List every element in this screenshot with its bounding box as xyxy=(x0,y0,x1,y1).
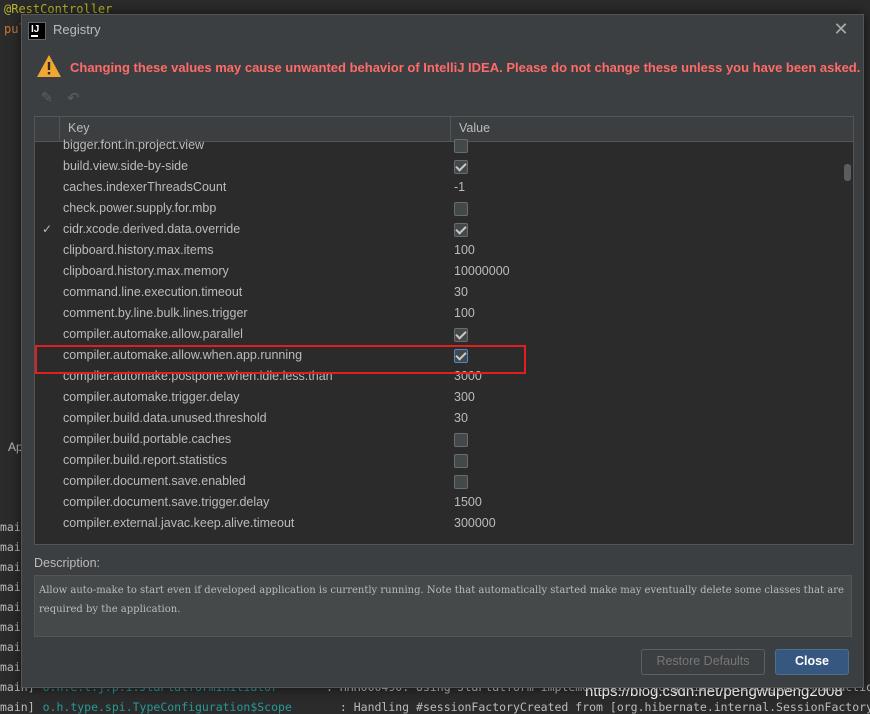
registry-key: compiler.automake.allow.when.app.running xyxy=(63,348,303,362)
registry-value[interactable]: -1 xyxy=(454,180,465,194)
registry-dialog: IJ Registry ✕ Changing these values may … xyxy=(21,14,864,688)
warning-icon xyxy=(37,55,61,77)
description-text: Allow auto-make to start even if develop… xyxy=(39,585,844,615)
column-header-value[interactable]: Value xyxy=(459,121,490,135)
table-row[interactable]: caches.indexerThreadsCount -1 xyxy=(35,178,843,199)
log-thread: main] xyxy=(0,700,35,714)
table-row[interactable]: build.view.side-by-side xyxy=(35,157,843,178)
registry-value[interactable]: 30 xyxy=(454,285,468,299)
table-row[interactable]: compiler.build.data.unused.threshold 30 xyxy=(35,409,843,430)
registry-key: compiler.automake.allow.parallel xyxy=(63,327,243,341)
registry-key: compiler.document.save.trigger.delay xyxy=(63,495,270,509)
registry-key: build.view.side-by-side xyxy=(63,159,189,173)
registry-key: clipboard.history.max.memory xyxy=(63,264,229,278)
dialog-title: Registry xyxy=(53,22,101,37)
value-checkbox[interactable] xyxy=(454,223,468,237)
table-row[interactable]: clipboard.history.max.items 100 xyxy=(35,241,843,262)
registry-value[interactable]: 100 xyxy=(454,243,475,257)
registry-key: caches.indexerThreadsCount xyxy=(63,180,227,194)
registry-value[interactable]: 30 xyxy=(454,411,468,425)
table-rows: bigger.font.in.project.view build.view.si… xyxy=(35,138,843,535)
warning-message: Changing these values may cause unwanted… xyxy=(70,60,861,75)
table-row[interactable]: bigger.font.in.project.view xyxy=(35,136,843,157)
registry-value[interactable]: 3000 xyxy=(454,369,482,383)
table-scrollbar[interactable] xyxy=(843,142,853,544)
table-row[interactable]: compiler.automake.trigger.delay 300 xyxy=(35,388,843,409)
value-checkbox[interactable] xyxy=(454,475,468,489)
value-checkbox[interactable] xyxy=(454,349,468,363)
log-message: : Handling #sessionFactoryCreated from [… xyxy=(339,700,870,714)
log-class: o.h.type.spi.TypeConfiguration$Scope xyxy=(42,700,292,714)
registry-value[interactable]: 100 xyxy=(454,306,475,320)
registry-table: Key Value bigger.font.in.project.view bui… xyxy=(34,116,854,545)
table-row[interactable]: clipboard.history.max.memory 10000000 xyxy=(35,262,843,283)
value-checkbox[interactable] xyxy=(454,454,468,468)
dialog-titlebar[interactable]: IJ Registry ✕ xyxy=(22,15,863,47)
value-checkbox[interactable] xyxy=(454,139,468,153)
table-row[interactable]: compiler.build.portable.caches xyxy=(35,430,843,451)
table-row[interactable]: comment.by.line.bulk.lines.trigger 100 xyxy=(35,304,843,325)
revert-icon[interactable]: ↶ xyxy=(67,90,83,106)
description-label: Description: xyxy=(34,556,100,570)
registry-key: compiler.build.data.unused.threshold xyxy=(63,411,267,425)
registry-value[interactable]: 300000 xyxy=(454,516,496,530)
value-checkbox[interactable] xyxy=(454,202,468,216)
intellij-icon: IJ xyxy=(28,22,46,40)
column-header-key[interactable]: Key xyxy=(68,121,90,135)
table-row[interactable]: compiler.document.save.trigger.delay 1500 xyxy=(35,493,843,514)
registry-key: compiler.automake.postpone.when.idle.les… xyxy=(63,369,333,383)
table-row[interactable]: compiler.document.save.enabled xyxy=(35,472,843,493)
registry-key: bigger.font.in.project.view xyxy=(63,138,205,152)
value-checkbox[interactable] xyxy=(454,160,468,174)
table-row[interactable]: compiler.automake.allow.when.app.running xyxy=(35,346,843,367)
registry-key: comment.by.line.bulk.lines.trigger xyxy=(63,306,248,320)
table-row[interactable]: compiler.build.report.statistics xyxy=(35,451,843,472)
close-button[interactable]: Close xyxy=(775,649,849,675)
edit-icon[interactable]: ✎ xyxy=(41,90,57,106)
registry-value[interactable]: 300 xyxy=(454,390,475,404)
registry-value[interactable]: 10000000 xyxy=(454,264,510,278)
registry-key: compiler.document.save.enabled xyxy=(63,474,246,488)
scrollbar-thumb[interactable] xyxy=(844,164,851,181)
registry-key: check.power.supply.for.mbp xyxy=(63,201,217,215)
value-checkbox[interactable] xyxy=(454,328,468,342)
registry-key: cidr.xcode.derived.data.override xyxy=(63,222,241,236)
registry-key: compiler.external.javac.keep.alive.timeo… xyxy=(63,516,295,530)
table-row[interactable]: compiler.external.javac.keep.alive.timeo… xyxy=(35,514,843,535)
registry-value[interactable]: 1500 xyxy=(454,495,482,509)
registry-key: command.line.execution.timeout xyxy=(63,285,243,299)
registry-key: compiler.automake.trigger.delay xyxy=(63,390,240,404)
table-row[interactable]: check.power.supply.for.mbp xyxy=(35,199,843,220)
table-row[interactable]: command.line.execution.timeout 30 xyxy=(35,283,843,304)
registry-key: compiler.build.portable.caches xyxy=(63,432,232,446)
modified-check-icon: ✓ xyxy=(42,222,53,236)
table-row[interactable]: ✓ cidr.xcode.derived.data.override xyxy=(35,220,843,241)
table-row[interactable]: compiler.automake.allow.parallel xyxy=(35,325,843,346)
registry-key: clipboard.history.max.items xyxy=(63,243,214,257)
description-box: Allow auto-make to start even if develop… xyxy=(34,575,852,637)
value-checkbox[interactable] xyxy=(454,433,468,447)
log-line: main] o.h.type.spi.TypeConfiguration$Scop… xyxy=(0,700,870,714)
restore-defaults-button[interactable]: Restore Defaults xyxy=(641,649,765,675)
table-row[interactable]: compiler.automake.postpone.when.idle.les… xyxy=(35,367,843,388)
registry-key: compiler.build.report.statistics xyxy=(63,453,227,467)
close-icon[interactable]: ✕ xyxy=(830,19,852,41)
